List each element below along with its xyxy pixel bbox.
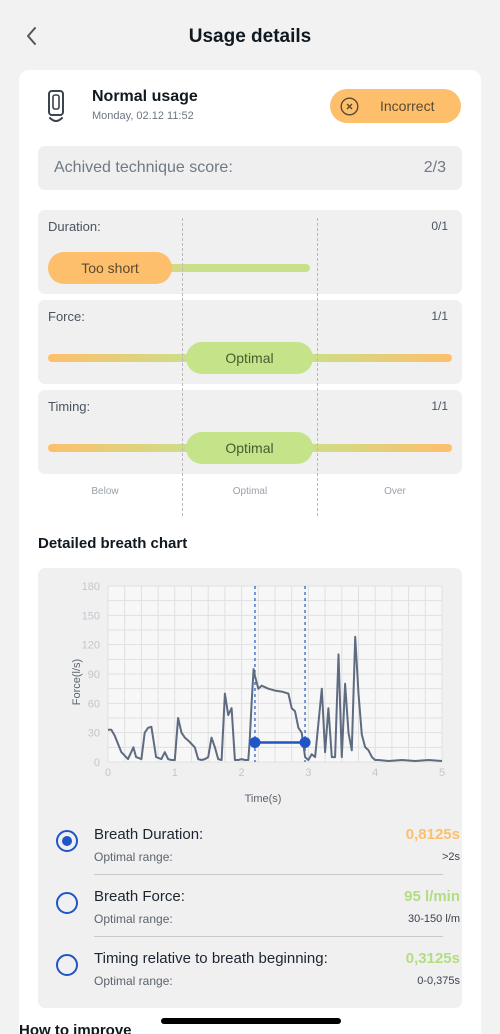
duration-end-dot (299, 736, 311, 748)
page-title: Usage details (188, 26, 312, 47)
y-tick-label: 120 (82, 640, 100, 652)
option-sub: Optimal range: (94, 850, 173, 864)
status-badge[interactable]: Incorrect (330, 89, 461, 123)
x-tick-label: 2 (239, 767, 245, 779)
option-breath-force[interactable]: Breath Force: Optimal range: 95 l/min 30… (38, 880, 462, 942)
close-circle-icon (340, 97, 359, 116)
metric-result-pill: Optimal (186, 432, 313, 464)
option-range: >2s (441, 851, 460, 863)
x-tick-label: 3 (305, 767, 311, 779)
zone-divider (317, 218, 318, 516)
metric-result-pill: Too short (48, 252, 172, 284)
option-breath-duration[interactable]: Breath Duration: Optimal range: 0,8125s … (38, 818, 462, 880)
y-tick-label: 90 (88, 669, 100, 681)
zone-label-optimal: Optimal (232, 486, 268, 497)
duration-start-dot (249, 736, 261, 748)
x-axis-label: Time(s) (245, 793, 282, 805)
radio-selected-dot (62, 836, 72, 846)
improve-section-title: How to improve (19, 1022, 132, 1034)
usage-date: Monday, 02.12 11:52 (92, 110, 194, 122)
chart-section-title: Detailed breath chart (38, 535, 188, 552)
metric-score: 1/1 (431, 399, 448, 413)
metric-label: Timing: (48, 399, 91, 414)
x-tick-label: 0 (105, 767, 111, 779)
option-sub: Optimal range: (94, 912, 173, 926)
x-tick-label: 4 (372, 767, 378, 779)
status-label: Incorrect (380, 98, 435, 114)
option-value: 95 l/min (404, 888, 460, 905)
usage-summary: Normal usage Monday, 02.12 11:52 Incorre… (19, 70, 481, 150)
option-value: 0,3125s (405, 950, 460, 967)
y-tick-label: 30 (88, 728, 100, 740)
inhaler-icon (48, 90, 64, 122)
breath-chart-panel: 0 30 60 90 120 150 180 0 1 2 3 4 5 Time(s) Force(l/s) … (38, 568, 462, 1008)
usage-card: Normal usage Monday, 02.12 11:52 Incorre… (19, 70, 481, 1034)
radio-breath-force[interactable] (56, 892, 78, 914)
divider (94, 874, 443, 875)
metric-duration: Duration: 0/1 Too short (38, 210, 462, 294)
option-sub: Optimal range: (94, 974, 173, 988)
metric-result-pill: Optimal (186, 342, 313, 374)
y-tick-label: 150 (82, 610, 100, 622)
x-tick-label: 5 (439, 767, 445, 779)
option-range: 0-0,375s (417, 975, 460, 987)
usage-title: Normal usage (92, 88, 198, 105)
option-timing[interactable]: Timing relative to breath beginning: Opt… (38, 942, 462, 1004)
metric-score: 1/1 (431, 309, 448, 323)
zone-label-below: Below (91, 486, 119, 497)
option-label: Timing relative to breath beginning: (94, 950, 328, 967)
divider (94, 936, 443, 937)
header: Usage details (0, 0, 500, 72)
breath-chart: 0 30 60 90 120 150 180 0 1 2 3 4 5 Time(s) Force(l/s) (71, 581, 445, 805)
radio-breath-duration[interactable] (56, 830, 78, 852)
y-axis-label: Force(l/s) (71, 659, 83, 705)
zone-divider (182, 218, 183, 516)
metric-timing: Timing: 1/1 Optimal (38, 390, 462, 474)
home-indicator[interactable] (161, 1018, 341, 1024)
option-label: Breath Force: (94, 888, 185, 905)
score-value: 2/3 (423, 159, 446, 176)
metric-label: Force: (48, 309, 85, 324)
radio-timing[interactable] (56, 954, 78, 976)
technique-score: Achived technique score: 2/3 (38, 146, 462, 190)
y-tick-label: 0 (94, 757, 100, 769)
zone-label-over: Over (384, 486, 406, 497)
metric-score: 0/1 (431, 219, 448, 233)
x-tick-label: 1 (172, 767, 178, 779)
option-value: 0,8125s (405, 826, 460, 843)
option-label: Breath Duration: (94, 826, 204, 843)
option-range: 30-150 l/m (408, 913, 460, 925)
metric-label: Duration: (48, 219, 101, 234)
score-label: Achived technique score: (54, 159, 233, 176)
y-tick-label: 180 (82, 581, 100, 593)
metric-force: Force: 1/1 Optimal (38, 300, 462, 384)
y-tick-label: 60 (88, 698, 100, 710)
